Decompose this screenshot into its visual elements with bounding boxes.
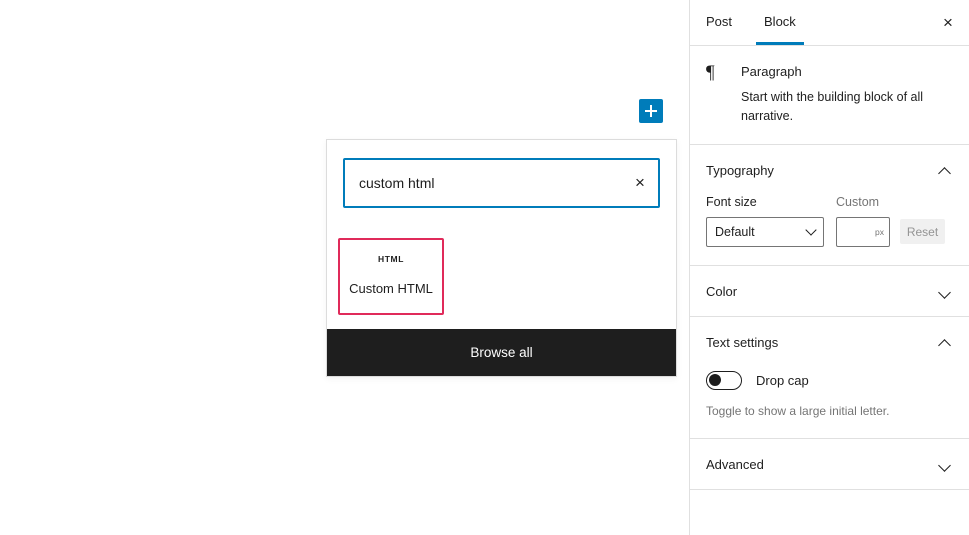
font-size-select[interactable]: Default xyxy=(706,217,824,247)
tab-post[interactable]: Post xyxy=(690,0,748,44)
font-size-group: Font size Default xyxy=(706,195,824,247)
drop-cap-toggle[interactable] xyxy=(706,371,742,390)
custom-font-size-wrapper: px xyxy=(836,217,890,247)
custom-font-size-label: Custom xyxy=(836,195,880,209)
chevron-up-icon xyxy=(937,162,953,178)
typography-controls: Font size Default Custom px Reset xyxy=(706,195,953,247)
block-search-input[interactable] xyxy=(343,158,660,208)
block-card: ¶ Paragraph Start with the building bloc… xyxy=(690,46,969,145)
block-card-body: Paragraph Start with the building block … xyxy=(741,62,946,126)
panel-color-header[interactable]: Color xyxy=(706,266,953,316)
inserter-search-row: × xyxy=(327,140,676,208)
panel-advanced-title: Advanced xyxy=(706,456,764,472)
panel-text-settings: Text settings Drop cap Toggle to show a … xyxy=(690,317,969,439)
drop-cap-help-text: Toggle to show a large initial letter. xyxy=(706,404,890,418)
clear-search-icon[interactable]: × xyxy=(628,171,652,195)
html-icon: HTML xyxy=(377,254,404,264)
block-card-description: Start with the building block of all nar… xyxy=(741,90,924,123)
panel-color-title: Color xyxy=(706,283,738,299)
settings-sidebar: Post Block × ¶ Paragraph Start with the … xyxy=(689,0,969,535)
block-item-label: Custom HTML xyxy=(349,281,433,296)
paragraph-pilcrow-icon: ¶ xyxy=(706,62,715,83)
chevron-down-icon xyxy=(937,456,953,472)
panel-text-settings-title: Text settings xyxy=(706,334,779,350)
panel-advanced-header[interactable]: Advanced xyxy=(706,439,953,489)
add-block-inserter-button[interactable] xyxy=(639,99,663,123)
panel-text-settings-header[interactable]: Text settings xyxy=(706,317,953,367)
close-sidebar-icon[interactable]: × xyxy=(933,8,963,38)
panel-advanced: Advanced xyxy=(690,439,969,490)
chevron-up-icon xyxy=(937,334,953,350)
plus-icon xyxy=(639,99,663,123)
panel-typography-body: Font size Default Custom px Reset xyxy=(706,195,953,265)
sidebar-tab-bar: Post Block × xyxy=(690,0,969,46)
browse-all-button[interactable]: Browse all xyxy=(327,329,676,376)
font-size-label: Font size xyxy=(706,195,757,209)
search-field-wrapper: × xyxy=(343,158,660,208)
inserter-results-list: HTML Custom HTML xyxy=(327,208,676,329)
block-item-custom-html[interactable]: HTML Custom HTML xyxy=(338,238,444,315)
panel-typography-title: Typography xyxy=(706,162,774,178)
chevron-down-icon xyxy=(937,283,953,299)
panel-text-settings-body: Drop cap Toggle to show a large initial … xyxy=(706,367,953,438)
font-size-select-wrapper: Default xyxy=(706,217,824,247)
drop-cap-label: Drop cap xyxy=(756,373,809,388)
block-inserter-popover: × HTML Custom HTML Browse all xyxy=(326,139,677,377)
panel-typography: Typography Font size Default Custom px R… xyxy=(690,145,969,266)
reset-font-size-button[interactable]: Reset xyxy=(900,219,945,244)
editor-canvas: × HTML Custom HTML Browse all xyxy=(0,0,689,535)
toggle-knob xyxy=(709,374,721,386)
drop-cap-row: Drop cap xyxy=(706,367,953,390)
block-card-title: Paragraph xyxy=(741,64,802,79)
custom-font-size-group: Custom px xyxy=(836,195,890,247)
custom-font-size-input[interactable] xyxy=(836,217,890,247)
tab-block[interactable]: Block xyxy=(748,0,812,45)
panel-color: Color xyxy=(690,266,969,317)
panel-typography-header[interactable]: Typography xyxy=(706,145,953,195)
